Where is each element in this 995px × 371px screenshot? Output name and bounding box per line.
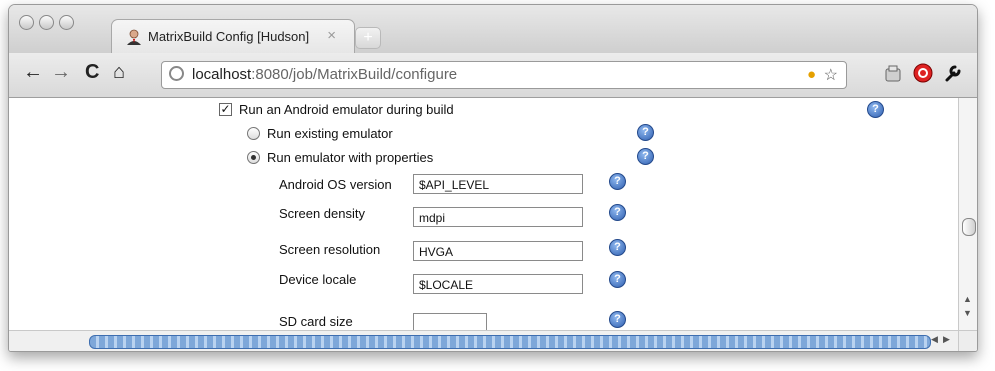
stop-extension-icon[interactable] [913, 63, 933, 83]
screen-resolution-input[interactable]: HVGA [413, 241, 583, 261]
wrench-icon[interactable] [943, 63, 963, 83]
run-emulator-with-properties-radio[interactable] [247, 151, 260, 164]
help-icon[interactable]: ? [609, 173, 626, 190]
rss-feed-icon[interactable]: ● [807, 66, 816, 83]
horizontal-scroll-thumb[interactable] [89, 335, 931, 349]
vertical-scroll-thumb[interactable] [962, 218, 976, 236]
help-icon[interactable]: ? [609, 239, 626, 256]
android-emulator-checkbox[interactable]: ✓ [219, 103, 232, 116]
star-icon[interactable]: ☆ [824, 65, 838, 85]
help-icon[interactable]: ? [609, 204, 626, 221]
android-emulator-label: Run an Android emulator during build [239, 102, 454, 117]
run-existing-emulator-radio[interactable] [247, 127, 260, 140]
scroll-up-icon[interactable]: ▲ [963, 294, 972, 304]
run-emulator-with-properties-label: Run emulator with properties [267, 150, 434, 165]
globe-icon [169, 66, 184, 81]
android-os-version-label: Android OS version [279, 177, 392, 192]
hudson-butler-icon [127, 29, 141, 45]
sd-card-size-label: SD card size [279, 314, 353, 329]
sd-card-size-input[interactable] [413, 313, 487, 330]
title-bar: MatrixBuild Config [Hudson] × + [9, 5, 977, 54]
run-existing-emulator-label: Run existing emulator [267, 126, 393, 141]
scroll-down-icon[interactable]: ▼ [963, 308, 972, 318]
minimize-window-button[interactable] [39, 15, 54, 30]
screen-density-input[interactable]: mdpi [413, 207, 583, 227]
zoom-window-button[interactable] [59, 15, 74, 30]
device-locale-label: Device locale [279, 272, 357, 287]
help-icon[interactable]: ? [867, 101, 884, 118]
resize-grip-icon[interactable] [958, 330, 977, 351]
new-tab-button[interactable]: + [355, 27, 381, 49]
browser-toolbar: ← → C ⌂ localhost:8080/job/MatrixBuild/c… [9, 53, 977, 98]
page-menu-icon[interactable] [883, 63, 903, 83]
reload-icon[interactable]: C [85, 61, 99, 84]
tab-title: MatrixBuild Config [Hudson] [148, 29, 310, 44]
url-text: localhost:8080/job/MatrixBuild/configure [192, 66, 458, 83]
address-bar[interactable]: localhost:8080/job/MatrixBuild/configure… [161, 61, 847, 89]
scroll-right-icon[interactable]: ▶ [943, 334, 950, 345]
scroll-left-icon[interactable]: ◀ [931, 334, 938, 345]
page-content: ✓ Run an Android emulator during build ?… [9, 98, 958, 330]
help-icon[interactable]: ? [637, 148, 654, 165]
horizontal-scrollbar[interactable]: ◀ ▶ [9, 330, 958, 351]
screen-density-label: Screen density [279, 206, 365, 221]
device-locale-input[interactable]: $LOCALE [413, 274, 583, 294]
browser-window: MatrixBuild Config [Hudson] × + ← → C ⌂ … [8, 4, 978, 352]
help-icon[interactable]: ? [637, 124, 654, 141]
home-icon[interactable]: ⌂ [113, 61, 125, 84]
tab-close-icon[interactable]: × [327, 27, 336, 44]
forward-icon[interactable]: → [51, 61, 71, 84]
android-os-version-input[interactable]: $API_LEVEL [413, 174, 583, 194]
help-icon[interactable]: ? [609, 271, 626, 288]
screen-resolution-label: Screen resolution [279, 242, 381, 257]
back-icon[interactable]: ← [23, 61, 43, 84]
vertical-scrollbar[interactable]: ▲ ▼ [958, 98, 977, 330]
close-window-button[interactable] [19, 15, 34, 30]
help-icon[interactable]: ? [609, 311, 626, 328]
tab-matrixbuild-config[interactable]: MatrixBuild Config [Hudson] × [111, 19, 355, 54]
